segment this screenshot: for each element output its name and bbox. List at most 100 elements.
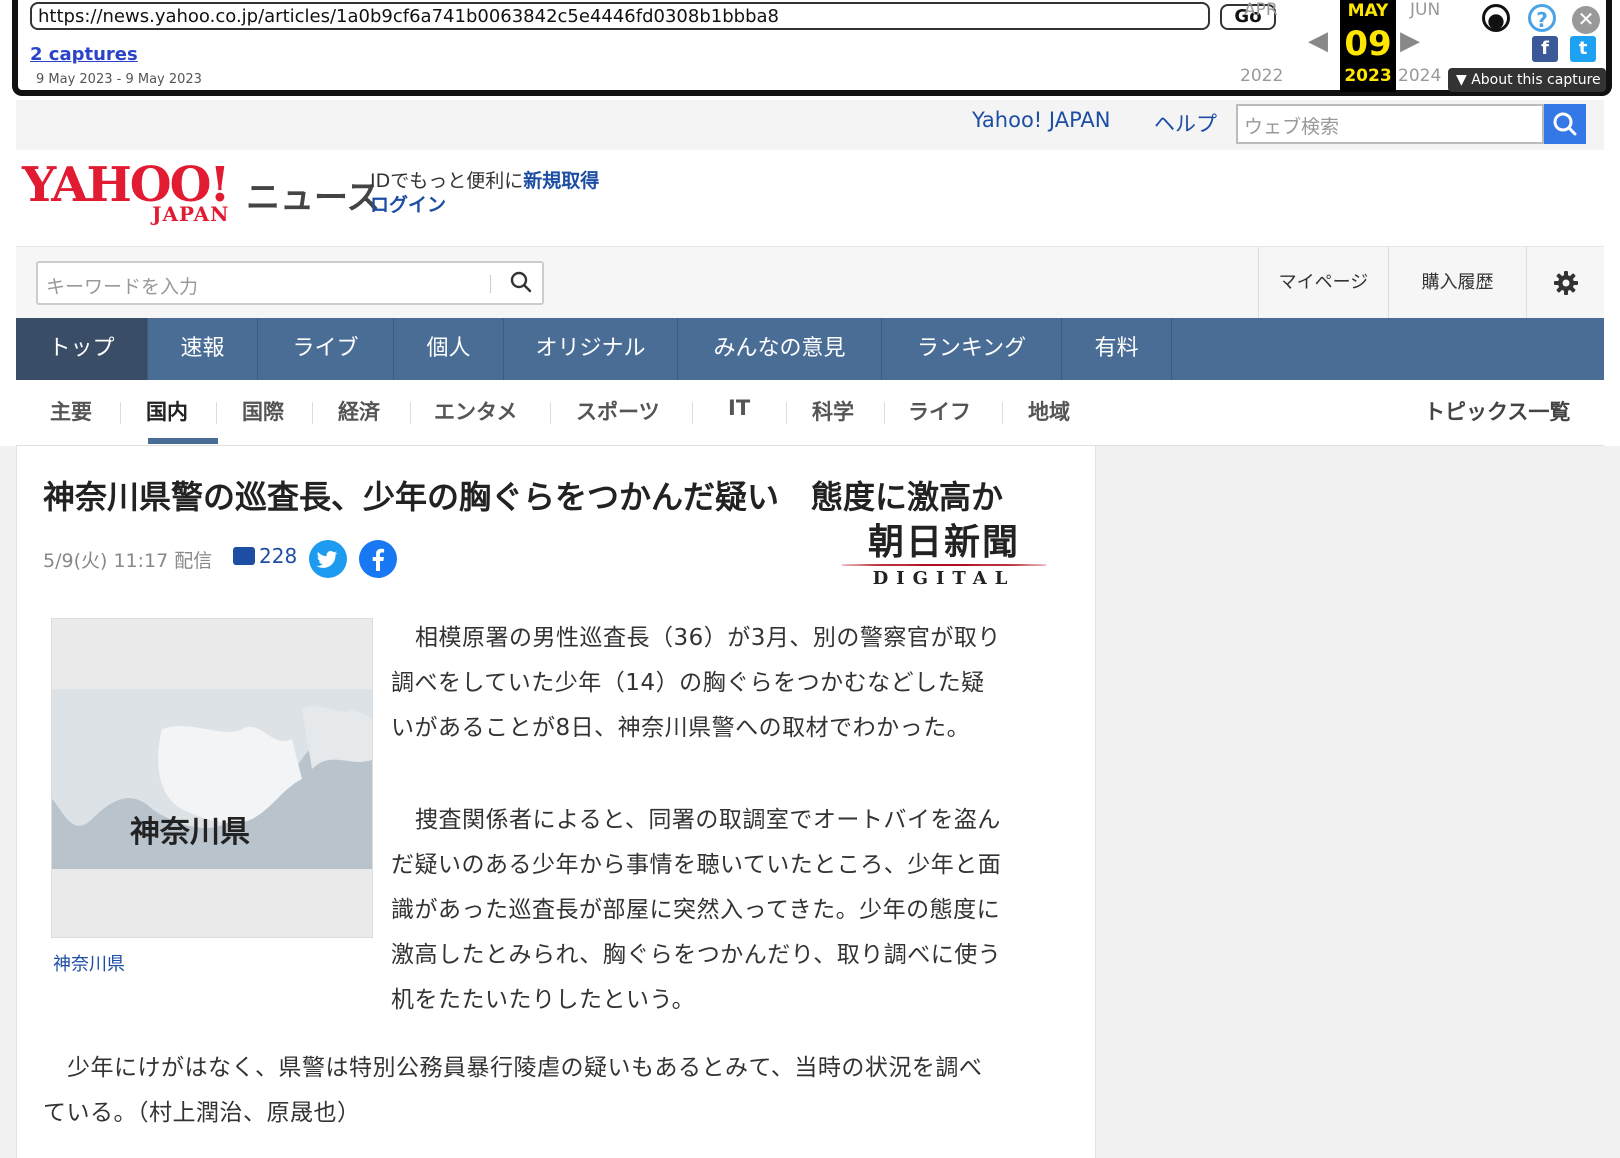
logo-news-text[interactable]: ニュース (246, 170, 380, 219)
article: 神奈川県警の巡査長、少年の胸ぐらをつかんだ疑い 態度に激高か 5/9(火) 11… (16, 446, 1096, 1158)
wayback-next-year[interactable]: 2024 (1398, 66, 1441, 86)
category-it[interactable]: IT (728, 396, 750, 420)
facebook-share-button[interactable] (359, 540, 397, 578)
comment-link[interactable]: 228 (233, 544, 297, 568)
nav-live[interactable]: ライブ (258, 318, 394, 380)
nav-breaking[interactable]: 速報 (148, 318, 258, 380)
wayback-url-input[interactable]: https://news.yahoo.co.jp/articles/1a0b9c… (30, 2, 1210, 30)
paragraph-line: 机をたたいたりしたという。 (391, 987, 696, 1013)
category-life[interactable]: ライフ (908, 396, 971, 426)
help-icon[interactable]: ? (1528, 4, 1556, 32)
yahoo-logo[interactable]: YAHOO! JAPAN (22, 161, 230, 226)
web-search-button[interactable] (1544, 104, 1586, 144)
yahoo-japan-link[interactable]: Yahoo! JAPAN (972, 108, 1111, 132)
category-divider (1002, 402, 1003, 424)
search-icon[interactable] (508, 269, 534, 295)
wayback-prev-year[interactable]: 2022 (1240, 66, 1283, 86)
facebook-f-icon (372, 548, 385, 571)
search-row: キーワードを入力 マイページ 購入履歴 (16, 246, 1604, 319)
category-domestic[interactable]: 国内 (146, 396, 188, 426)
login-link[interactable]: ログイン (370, 190, 446, 217)
wayback-prev-month[interactable]: APR (1244, 0, 1278, 20)
category-divider (550, 402, 551, 424)
category-divider (120, 402, 121, 424)
user-account-icon[interactable]: ● (1482, 4, 1510, 32)
paragraph-line: ている。（村上潤治、原晟也） (43, 1100, 361, 1126)
category-main[interactable]: 主要 (50, 396, 92, 426)
nav-top[interactable]: トップ (16, 318, 148, 380)
comment-count: 228 (259, 544, 298, 568)
category-entertainment[interactable]: エンタメ (434, 396, 517, 426)
category-divider (312, 402, 313, 424)
about-capture-button[interactable]: ▼ About this capture (1448, 68, 1606, 92)
paragraph-line: 識があった巡査長が部屋に突然入ってきた。少年の態度に (391, 897, 1001, 923)
category-science[interactable]: 科学 (812, 396, 854, 426)
wayback-captures-link[interactable]: 2 captures (30, 44, 138, 65)
paragraph-line: 調べをしていた少年（14）の胸ぐらをつかむなどした疑 (391, 670, 985, 696)
nav-individual[interactable]: 個人 (394, 318, 504, 380)
category-divider (884, 402, 885, 424)
category-economy[interactable]: 経済 (338, 396, 380, 426)
search-icon (1553, 112, 1577, 136)
wayback-current-month: MAY (1347, 1, 1389, 21)
keyword-search-input[interactable]: キーワードを入力 (36, 261, 544, 305)
article-headline: 神奈川県警の巡査長、少年の胸ぐらをつかんだ疑い 態度に激高か (43, 478, 1004, 516)
active-category-indicator (148, 438, 218, 444)
yahoo-topbar: Yahoo! JAPAN ヘルプ ウェブ検索 (16, 100, 1604, 150)
search-divider (490, 275, 491, 293)
close-icon[interactable]: ✕ (1572, 6, 1600, 34)
paragraph-line: 相模原署の男性巡査長（36）が3月、別の警察官が取り (415, 625, 1001, 651)
nav-opinions[interactable]: みんなの意見 (678, 318, 882, 380)
source-logo-en: DIGITAL (872, 568, 1016, 589)
twitter-share-button[interactable] (309, 540, 347, 578)
category-divider (216, 402, 217, 424)
twitter-share-icon[interactable]: t (1570, 36, 1596, 62)
wayback-toolbar: https://news.yahoo.co.jp/articles/1a0b9c… (12, 0, 1612, 96)
nav-paid[interactable]: 有料 (1062, 318, 1172, 380)
category-region[interactable]: 地域 (1028, 396, 1070, 426)
facebook-share-icon[interactable]: f (1532, 36, 1558, 62)
article-date: 5/9(火) 11:17 配信 (43, 550, 213, 572)
signup-link[interactable]: 新規取得 (523, 170, 599, 192)
comment-icon (233, 547, 255, 565)
paragraph-line: 捜査関係者によると、同署の取調室でオートバイを盗ん (415, 807, 1001, 833)
wayback-next-month[interactable]: JUN (1410, 0, 1440, 20)
mypage-link[interactable]: マイページ (1258, 247, 1388, 319)
wayback-current-date: MAY 09 2023 (1340, 0, 1396, 92)
wayback-date-range: 9 May 2023 - 9 May 2023 (36, 72, 202, 87)
photo-overlay-label: 神奈川県 (130, 815, 250, 850)
category-divider (786, 402, 787, 424)
help-link[interactable]: ヘルプ (1154, 108, 1217, 138)
source-logo-swoosh (841, 564, 1047, 566)
paragraph-line: 少年にけがはなく、県警は特別公務員暴行陵虐の疑いもあるとみて、当時の状況を調べ (67, 1055, 983, 1081)
wayback-current-year: 2023 (1344, 66, 1392, 86)
photo-caption[interactable]: 神奈川県 (53, 950, 125, 976)
paragraph-3: 少年にけがはなく、県警は特別公務員暴行陵虐の疑いもあるとみて、当時の状況を調べ … (43, 1046, 982, 1136)
map-image: 神奈川県 (52, 689, 372, 869)
wayback-next-arrow-icon[interactable]: ▶ (1400, 26, 1420, 56)
paragraph-line: だ疑いのある少年から事情を聴いていたところ、少年と面 (391, 852, 1002, 878)
source-logo[interactable]: 朝日新聞 DIGITAL (829, 522, 1059, 589)
topics-list-link[interactable]: トピックス一覧 (1424, 396, 1570, 426)
keyword-placeholder: キーワードを入力 (46, 276, 199, 298)
wayback-current-day: 09 (1344, 24, 1392, 64)
category-sports[interactable]: スポーツ (576, 396, 660, 426)
paragraph-1: 相模原署の男性巡査長（36）が3月、別の警察官が取り 調べをしていた少年（14）… (391, 616, 1001, 751)
web-search-input[interactable]: ウェブ検索 (1236, 104, 1544, 144)
nav-original[interactable]: オリジナル (504, 318, 678, 380)
paragraph-line: いがあることが8日、神奈川県警への取材でわかった。 (391, 715, 971, 741)
paragraph-2: 捜査関係者によると、同署の取調室でオートバイを盗ん だ疑いのある少年から事情を聴… (391, 798, 1001, 1023)
id-promo: IDでもっと便利に新規取得 (370, 166, 599, 193)
nav-ranking[interactable]: ランキング (882, 318, 1062, 380)
category-international[interactable]: 国際 (242, 396, 284, 426)
article-photo[interactable]: 神奈川県 (51, 618, 373, 938)
paragraph-line: 激高したとみられ、胸ぐらをつかんだり、取り調べに使う (391, 942, 1002, 968)
twitter-bird-icon (316, 551, 338, 568)
category-nav: 主要 国内 国際 経済 エンタメ スポーツ IT 科学 ライフ 地域 トピックス… (16, 380, 1604, 446)
category-divider (410, 402, 411, 424)
purchase-history-link[interactable]: 購入履歴 (1388, 247, 1526, 319)
main-nav: トップ 速報 ライブ 個人 オリジナル みんなの意見 ランキング 有料 (16, 318, 1604, 380)
settings-button[interactable] (1526, 247, 1604, 319)
gear-icon (1553, 271, 1578, 295)
wayback-prev-arrow-icon[interactable]: ◀ (1308, 26, 1328, 56)
